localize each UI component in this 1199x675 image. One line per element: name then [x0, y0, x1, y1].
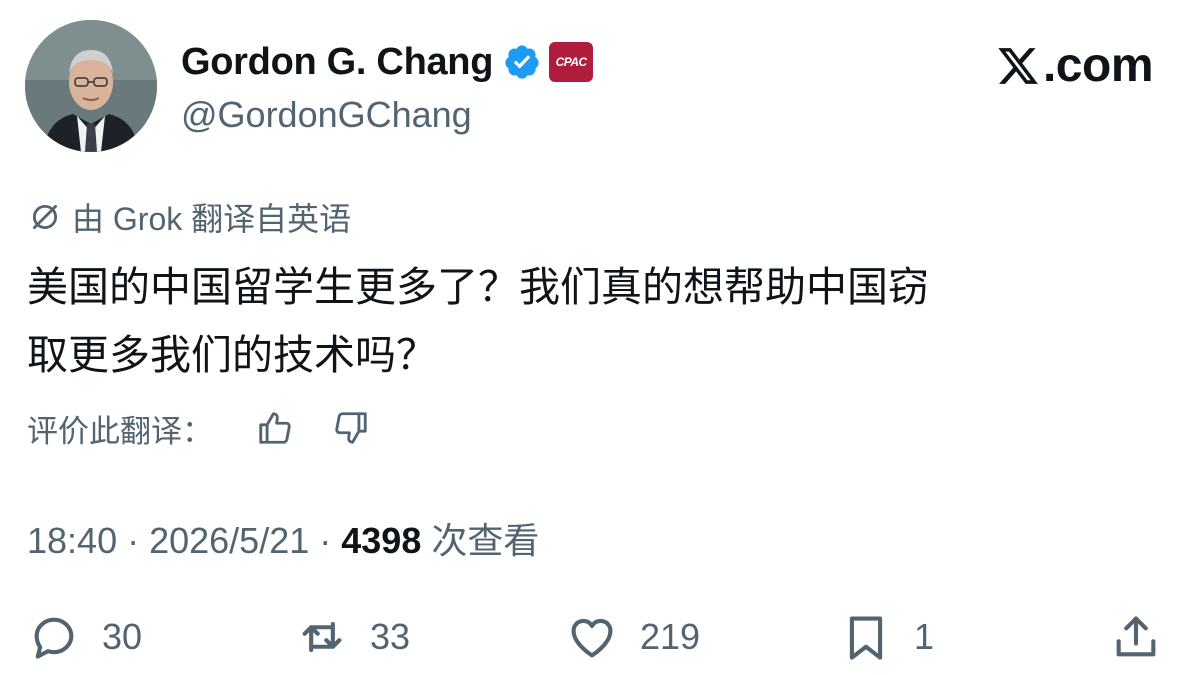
bookmark-count: 1: [914, 616, 935, 657]
views-label: 次查看: [421, 520, 540, 561]
translation-note-text: 由 Grok 翻译自英语: [72, 201, 352, 237]
rate-translation-row: 评价此翻译：: [27, 405, 405, 451]
thumbs-up-button[interactable]: [253, 406, 297, 450]
meta-separator: ·: [117, 520, 150, 561]
repost-count: 33: [370, 616, 411, 657]
like-count: 219: [640, 616, 701, 657]
author-name-row: Gordon G. Chang CPAC: [181, 37, 594, 87]
verified-badge-icon[interactable]: [503, 43, 541, 81]
share-icon: [1116, 616, 1156, 657]
cpac-affiliation-badge[interactable]: CPAC: [549, 42, 594, 82]
bookmark-button[interactable]: 1: [840, 605, 934, 669]
like-button[interactable]: 219: [566, 605, 700, 669]
share-button[interactable]: [1110, 605, 1162, 669]
bookmark-icon: [849, 616, 883, 660]
tweet-text-line: 取更多我们的技术吗？: [27, 331, 437, 379]
author-handle[interactable]: @GordonGChang: [181, 94, 472, 136]
x-logo-icon: [998, 47, 1038, 84]
repost-icon: [302, 621, 342, 653]
brand-domain-text: .com: [1042, 39, 1154, 92]
x-com-watermark: .com: [995, 38, 1154, 93]
avatar-portrait-icon: [25, 20, 157, 152]
meta-separator: ·: [309, 520, 342, 561]
thumbs-up-icon: [259, 412, 291, 444]
repost-button[interactable]: 33: [296, 605, 410, 669]
rate-translation-label: 评价此翻译：: [27, 413, 213, 449]
reply-count: 30: [102, 616, 143, 657]
cpac-badge-label: CPAC: [555, 55, 588, 69]
tweet-time[interactable]: 18:40: [27, 520, 117, 561]
thumbs-down-icon: [335, 412, 367, 444]
tweet-text-line: 美国的中国留学生更多了？我们真的想帮助中国窃: [27, 263, 929, 311]
tweet-date[interactable]: 2026/5/21: [149, 520, 309, 561]
heart-icon: [571, 618, 613, 658]
tweet-meta: 18:40 · 2026/5/21 · 4398 次查看: [27, 512, 539, 564]
grok-icon: [32, 204, 58, 230]
avatar[interactable]: [25, 20, 157, 152]
translation-note[interactable]: 由 Grok 翻译自英语: [28, 194, 351, 240]
thumbs-down-button[interactable]: [329, 406, 373, 450]
reply-icon: [34, 617, 74, 659]
tweet-action-bar: 30 33 219 1: [0, 605, 1199, 669]
tweet-text: 美国的中国留学生更多了？我们真的想帮助中国窃 取更多我们的技术吗？: [27, 253, 1147, 389]
author-display-name[interactable]: Gordon G. Chang: [181, 41, 493, 84]
views-count: 4398: [341, 520, 422, 561]
reply-button[interactable]: 30: [28, 605, 142, 669]
